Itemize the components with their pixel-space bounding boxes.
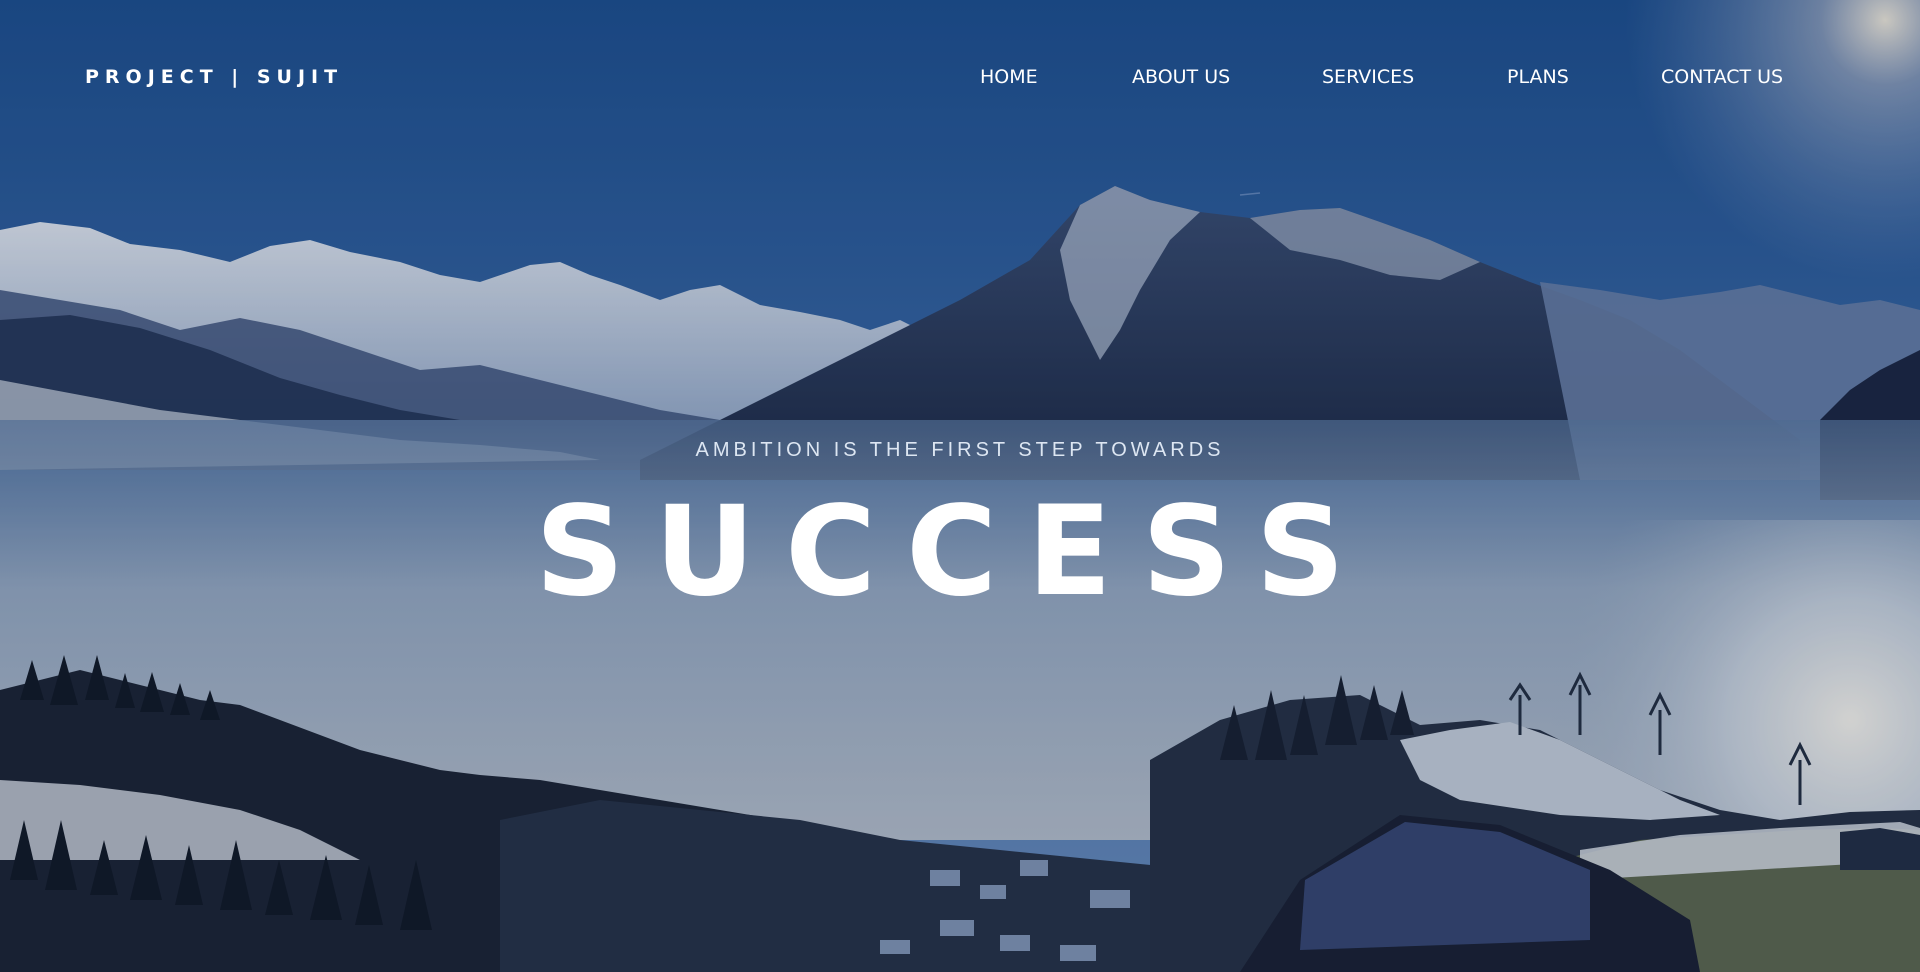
hero-headline: SUCCESS — [0, 490, 1920, 614]
nav-link-about-us[interactable]: ABOUT US — [1132, 66, 1230, 88]
hero-headline-text: SUCCESS — [535, 480, 1375, 624]
nav-link-plans[interactable]: PLANS — [1507, 66, 1569, 88]
nav-link-home[interactable]: HOME — [980, 66, 1038, 88]
site-logo[interactable]: PROJECT | SUJIT — [85, 66, 343, 88]
hero-section: PROJECT | SUJIT HOME ABOUT US SERVICES P… — [0, 0, 1920, 972]
hero-tagline: AMBITION IS THE FIRST STEP TOWARDS — [695, 439, 1225, 461]
nav-link-contact-us[interactable]: CONTACT US — [1661, 66, 1783, 88]
nav-link-services[interactable]: SERVICES — [1322, 66, 1414, 88]
